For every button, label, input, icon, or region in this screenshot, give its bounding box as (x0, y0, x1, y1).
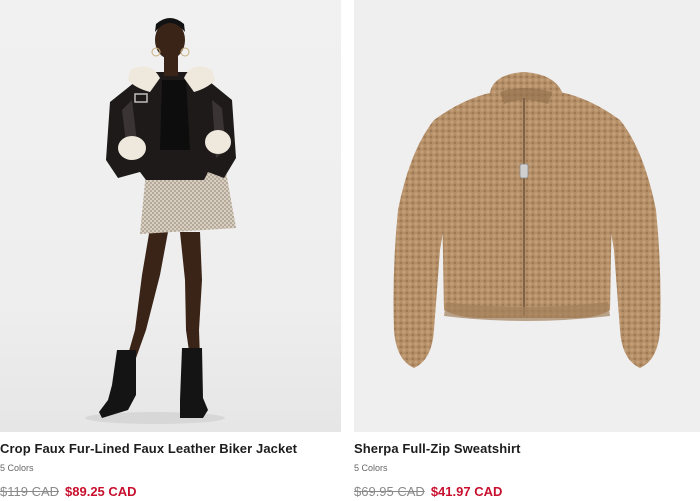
sherpa-sweatshirt-image (393, 72, 661, 368)
sale-price: $41.97 CAD (430, 484, 503, 499)
product-grid: Crop Faux Fur-Lined Faux Leather Biker J… (0, 0, 700, 501)
price-group: $69.95 CAD $41.97 CAD (354, 484, 502, 499)
product-image[interactable] (354, 0, 700, 432)
product-title[interactable]: Crop Faux Fur-Lined Faux Leather Biker J… (0, 441, 297, 456)
model-wearing-biker-jacket-image (85, 18, 236, 424)
product-card[interactable]: Sherpa Full-Zip Sweatshirt 5 Colors $69.… (354, 0, 700, 499)
sale-price: $89.25 CAD (65, 484, 137, 499)
price-group: $119 CAD $89.25 CAD (0, 484, 137, 499)
product-title[interactable]: Sherpa Full-Zip Sweatshirt (354, 441, 521, 456)
original-price: $69.95 CAD (354, 484, 425, 499)
product-image[interactable] (0, 0, 341, 432)
color-count: 5 Colors (354, 463, 388, 473)
color-count: 5 Colors (0, 463, 34, 473)
product-card[interactable]: Crop Faux Fur-Lined Faux Leather Biker J… (0, 0, 341, 499)
original-price: $119 CAD (0, 484, 60, 499)
